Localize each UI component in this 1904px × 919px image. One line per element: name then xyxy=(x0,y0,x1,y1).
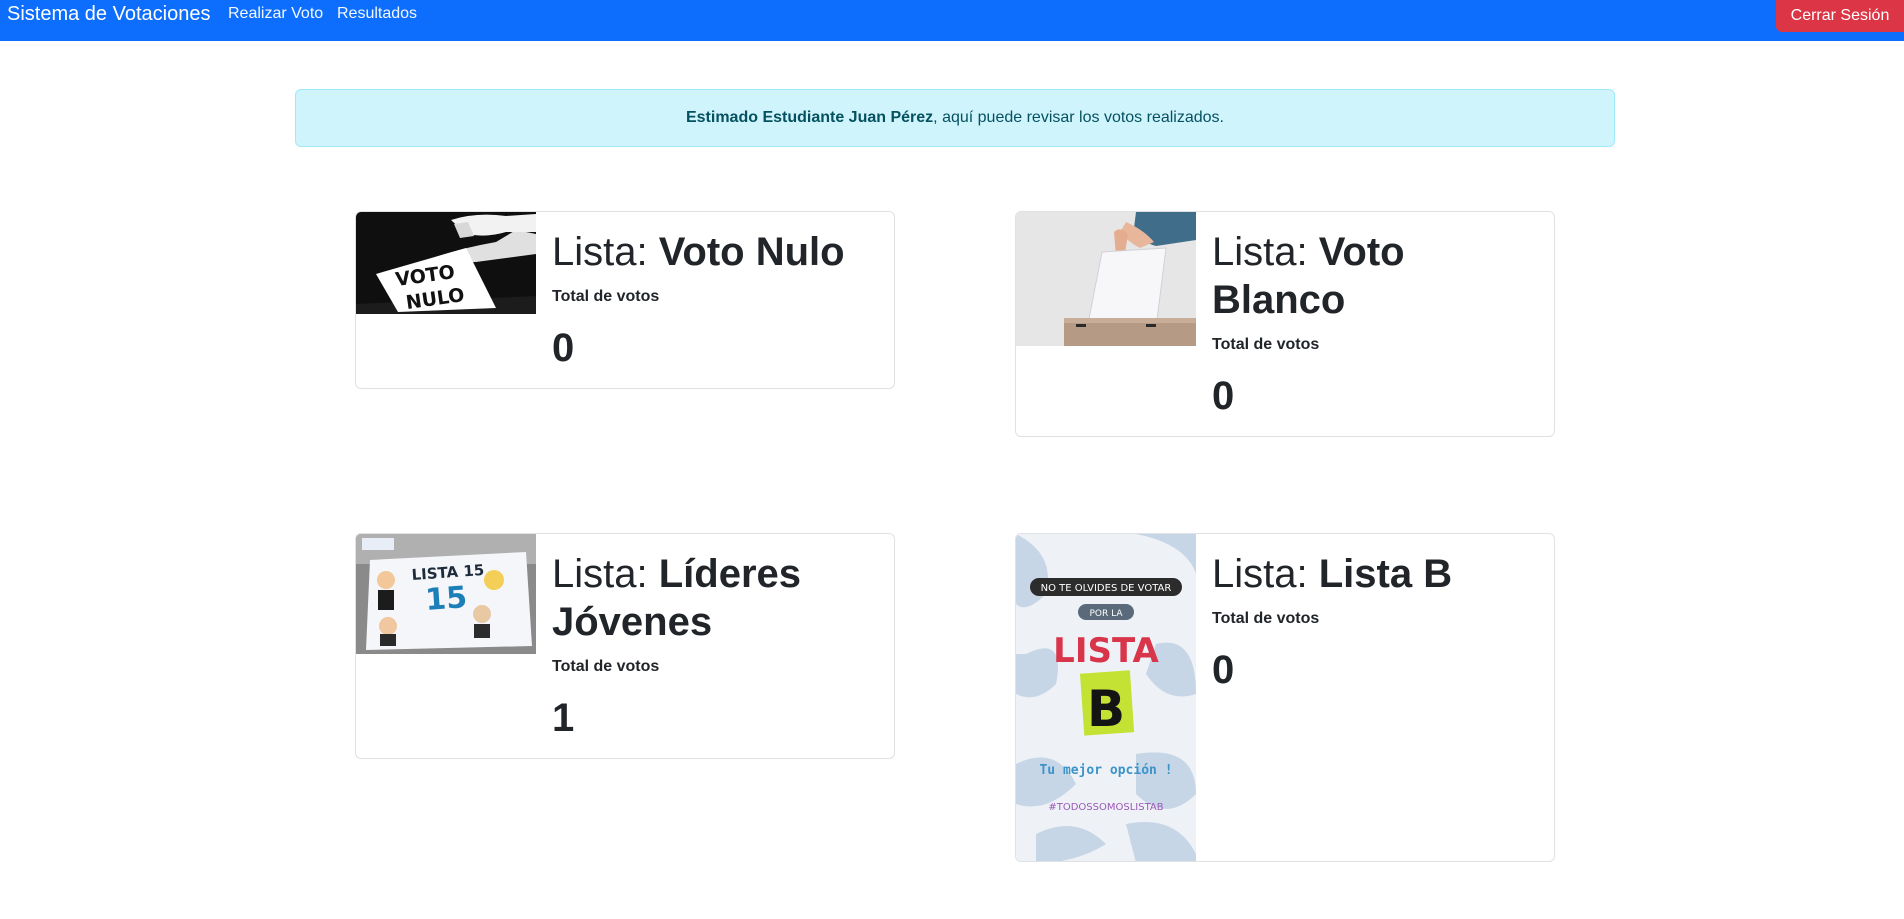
card-image-lista-b: NO TE OLVIDES DE VOTAR POR LA LISTA B Tu… xyxy=(1016,534,1196,861)
card-vote-count: 1 xyxy=(552,696,575,740)
card-title: Lista: Líderes Jóvenes xyxy=(552,550,880,646)
card-title: Lista: Lista B xyxy=(1212,550,1540,598)
info-alert: Estimado Estudiante Juan Pérez, aquí pue… xyxy=(295,89,1615,147)
card-image-text-no-olvides: NO TE OLVIDES DE VOTAR xyxy=(1041,583,1172,594)
card-body: Lista: Voto Blanco Total de votos 0 xyxy=(1212,228,1540,420)
card-body: Lista: Voto Nulo Total de votos 0 xyxy=(552,228,880,372)
nav-link-realizar-voto[interactable]: Realizar Voto xyxy=(228,5,323,23)
card-title: Lista: Voto Blanco xyxy=(1212,228,1540,324)
card-subtitle: Total de votos xyxy=(552,658,660,675)
card-image-text-lista: LISTA xyxy=(1053,631,1159,671)
card-image-text-por-la: POR LA xyxy=(1089,609,1123,619)
card-image-text-b: B xyxy=(1087,680,1125,738)
card-image-text-15: 15 xyxy=(424,580,468,618)
result-card-lideres-jovenes: LISTA 15 15 Lista: Líderes Jóvenes Total… xyxy=(355,533,895,759)
result-card-voto-nulo: VOTO NULO Lista: Voto Nulo Total de voto… xyxy=(355,211,895,389)
navbar: Sistema de Votaciones Realizar Voto Resu… xyxy=(0,0,1904,41)
alert-student-name: Estimado Estudiante Juan Pérez xyxy=(685,109,934,126)
card-title-prefix: Lista: xyxy=(1212,230,1319,274)
card-body: Lista: Lista B Total de votos 0 xyxy=(1212,550,1540,694)
card-image-lideres-jovenes: LISTA 15 15 xyxy=(356,534,536,654)
nav-link-resultados[interactable]: Resultados xyxy=(337,5,417,23)
result-card-lista-b: NO TE OLVIDES DE VOTAR POR LA LISTA B Tu… xyxy=(1015,533,1555,862)
card-subtitle: Total de votos xyxy=(1212,336,1320,353)
card-image-voto-nulo: VOTO NULO xyxy=(356,212,536,314)
card-vote-count: 0 xyxy=(1212,648,1235,692)
card-title: Lista: Voto Nulo xyxy=(552,228,880,276)
result-card-voto-blanco: Lista: Voto Blanco Total de votos 0 xyxy=(1015,211,1555,437)
alert-text: , aquí puede revisar los votos realizado… xyxy=(933,109,1224,126)
card-image-voto-blanco xyxy=(1016,212,1196,346)
card-vote-count: 0 xyxy=(1212,374,1235,418)
card-body: Lista: Líderes Jóvenes Total de votos 1 xyxy=(552,550,880,742)
card-vote-count: 0 xyxy=(552,326,575,370)
card-list-name: Lista B xyxy=(1318,552,1453,596)
card-subtitle: Total de votos xyxy=(1212,610,1320,627)
card-image-text-tu-mejor: Tu mejor opción ! xyxy=(1039,763,1172,778)
card-list-name: Voto Nulo xyxy=(658,230,845,274)
card-title-prefix: Lista: xyxy=(1212,552,1319,596)
card-image-text-hashtag: #TODOSSOMOSLISTAB xyxy=(1048,802,1163,813)
card-title-prefix: Lista: xyxy=(552,230,659,274)
card-title-prefix: Lista: xyxy=(552,552,659,596)
logout-button[interactable]: Cerrar Sesión xyxy=(1776,0,1904,32)
brand-title[interactable]: Sistema de Votaciones xyxy=(7,3,210,26)
card-subtitle: Total de votos xyxy=(552,288,660,305)
